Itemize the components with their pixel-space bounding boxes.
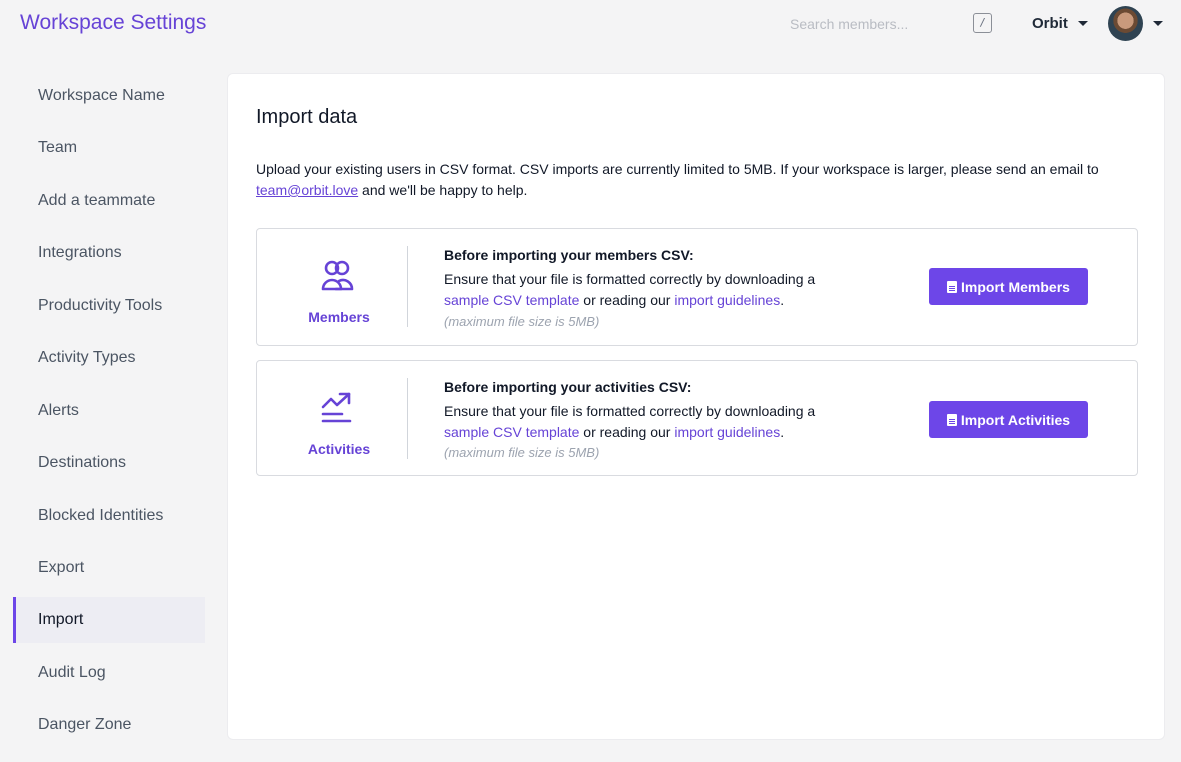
sidebar-item-blocked-identities[interactable]: Blocked Identities: [13, 493, 205, 539]
sidebar-item-productivity-tools[interactable]: Productivity Tools: [13, 283, 205, 329]
import-panel: Import data Upload your existing users i…: [227, 73, 1165, 740]
desc-text: Ensure that your file is formatted corre…: [444, 403, 816, 419]
desc-text: or reading our: [579, 292, 675, 308]
desc-text: or reading our: [579, 424, 675, 440]
sidebar-item-audit-log[interactable]: Audit Log: [13, 650, 205, 696]
members-label: Members: [308, 309, 370, 325]
import-activities-button[interactable]: Import Activities: [929, 401, 1088, 438]
section-title: Import data: [256, 106, 358, 128]
file-size-note: (maximum file size is 5MB): [444, 445, 600, 460]
sidebar-item-destinations[interactable]: Destinations: [13, 440, 205, 486]
members-heading: Before importing your members CSV:: [444, 247, 694, 263]
activities-heading: Before importing your activities CSV:: [444, 379, 692, 395]
file-icon: [946, 413, 957, 426]
members-description: Ensure that your file is formatted corre…: [444, 269, 854, 311]
divider: [407, 378, 408, 459]
sidebar-item-integrations[interactable]: Integrations: [13, 230, 205, 276]
trending-up-icon: [320, 391, 354, 428]
avatar[interactable]: [1108, 6, 1143, 41]
chevron-down-icon[interactable]: [1078, 21, 1088, 26]
desc-text: Ensure that your file is formatted corre…: [444, 271, 816, 287]
sidebar-item-alerts[interactable]: Alerts: [13, 388, 205, 434]
file-size-note: (maximum file size is 5MB): [444, 314, 600, 329]
sidebar-item-team[interactable]: Team: [13, 125, 205, 171]
sidebar-item-danger-zone[interactable]: Danger Zone: [13, 702, 205, 748]
desc-text: .: [780, 424, 785, 440]
import-guidelines-link[interactable]: import guidelines: [674, 292, 780, 308]
import-guidelines-link[interactable]: import guidelines: [674, 424, 780, 440]
desc-text: .: [780, 292, 785, 308]
users-icon: [320, 259, 356, 298]
button-label: Import Activities: [960, 411, 1071, 428]
sidebar-item-import[interactable]: Import: [13, 597, 205, 643]
org-switcher[interactable]: Orbit: [1032, 15, 1068, 32]
chevron-down-icon[interactable]: [1153, 21, 1163, 26]
support-email-link[interactable]: team@orbit.love: [256, 182, 358, 198]
sidebar-item-workspace-name[interactable]: Workspace Name: [13, 73, 205, 119]
activities-description: Ensure that your file is formatted corre…: [444, 401, 854, 443]
intro-text: Upload your existing users in CSV format…: [256, 159, 1146, 201]
intro-suffix: and we'll be happy to help.: [358, 182, 528, 198]
search-shortcut-key: /: [973, 13, 992, 33]
sidebar-item-add-teammate[interactable]: Add a teammate: [13, 178, 205, 224]
sample-csv-template-link[interactable]: sample CSV template: [444, 292, 579, 308]
members-import-card: Members Before importing your members CS…: [256, 228, 1138, 346]
activities-import-card: Activities Before importing your activit…: [256, 360, 1138, 476]
top-bar: Workspace Settings / Orbit: [0, 0, 1181, 50]
member-search: /: [780, 10, 994, 38]
button-label: Import Members: [961, 278, 1070, 295]
activities-label: Activities: [307, 441, 371, 457]
page-title: Workspace Settings: [20, 11, 207, 34]
sample-csv-template-link[interactable]: sample CSV template: [444, 424, 579, 440]
import-members-button[interactable]: Import Members: [929, 268, 1088, 305]
sidebar-item-activity-types[interactable]: Activity Types: [13, 335, 205, 381]
intro-body: Upload your existing users in CSV format…: [256, 161, 1099, 177]
search-input[interactable]: [780, 10, 960, 38]
divider: [407, 246, 408, 327]
sidebar-item-export[interactable]: Export: [13, 545, 205, 591]
file-icon: [947, 280, 958, 293]
